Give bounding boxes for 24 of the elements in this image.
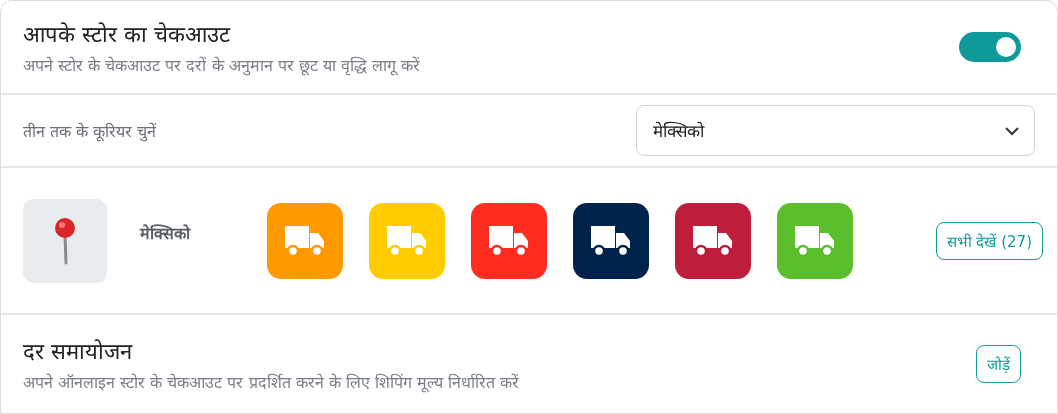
section-title: आपके स्टोर का चेकआउट [23, 21, 232, 48]
courier-tile[interactable] [471, 202, 547, 279]
field-label: तीन तक के कूरियर चुनें [23, 120, 157, 142]
add-button[interactable]: जोड़ें [976, 345, 1021, 383]
section-description: अपने स्टोर के चेकआउट पर दरों के अनुमान पर छूट या वृद्धि लागू करें [23, 55, 421, 76]
courier-tile[interactable] [573, 202, 649, 279]
view-all-button[interactable]: सभी देखें (27) [935, 221, 1043, 260]
courier-tile[interactable] [675, 202, 751, 279]
truck-icon [589, 223, 633, 258]
chevron-down-icon [1004, 125, 1020, 136]
truck-icon [385, 223, 429, 258]
truck-icon [487, 223, 531, 258]
location-name: मेक्सिको [140, 222, 192, 244]
country-dropdown[interactable]: मेक्सिको [636, 105, 1035, 156]
courier-tile[interactable] [777, 202, 853, 279]
section-description: अपने ऑनलाइन स्टोर के चेकआउट पर प्रदर्शित करने के लिए शिपिंग मूल्य निर्धारित करें [23, 372, 520, 393]
courier-tile[interactable] [267, 202, 343, 279]
courier-tile[interactable] [369, 202, 445, 279]
toggle-switch[interactable] [959, 32, 1021, 62]
truck-icon [793, 223, 837, 258]
truck-icon [691, 223, 735, 258]
truck-icon [283, 223, 327, 258]
section-title: दर समायोजन [23, 338, 134, 365]
pushpin-icon [54, 216, 76, 265]
